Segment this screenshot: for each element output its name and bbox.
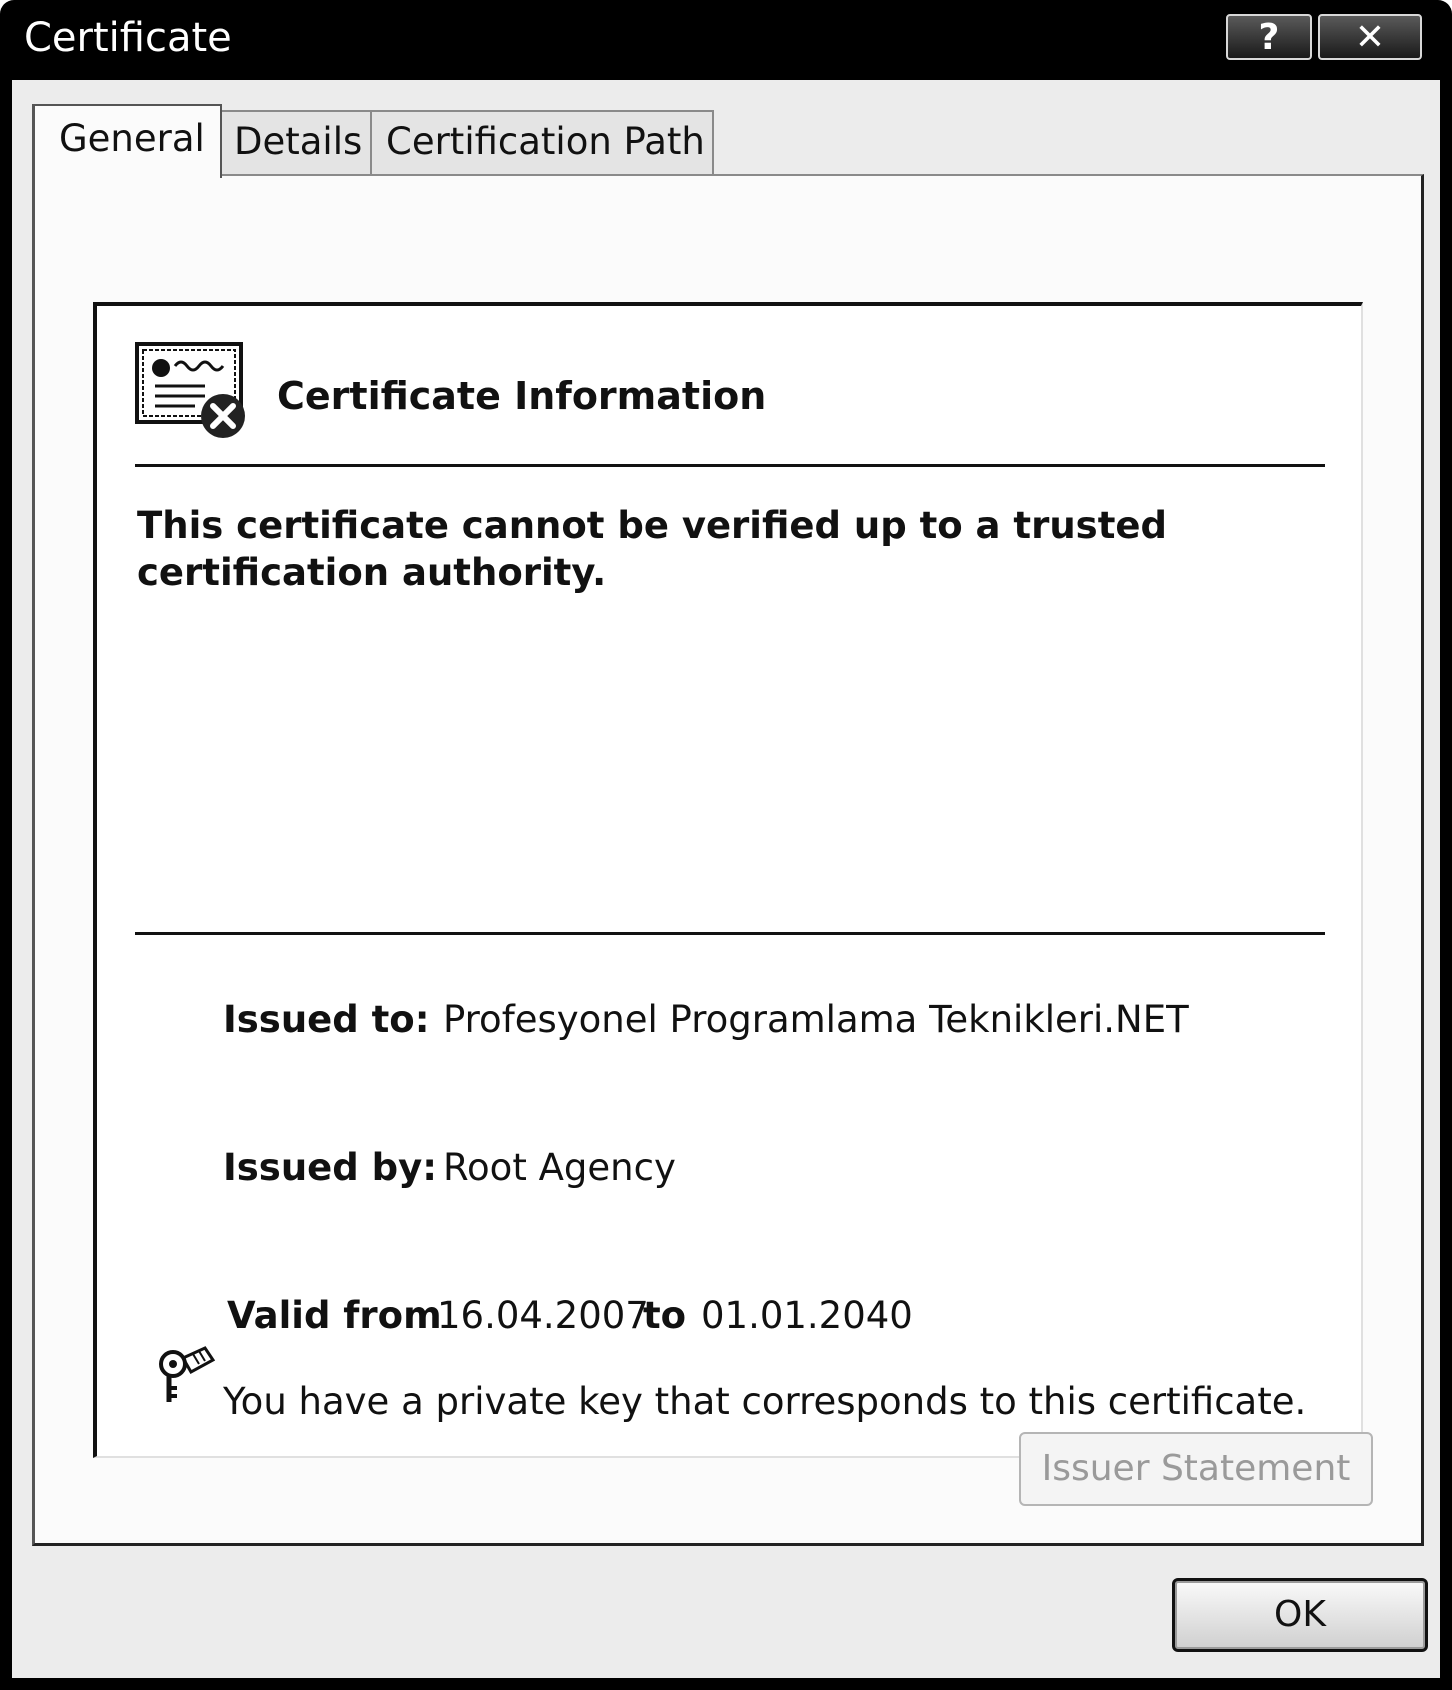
issuer-statement-button[interactable]: Issuer Statement	[1019, 1432, 1373, 1506]
verification-warning: This certificate cannot be verified up t…	[137, 504, 1167, 594]
valid-from-value: 16.04.2007	[437, 1294, 649, 1337]
general-tab-panel: Certificate Information This certificate…	[32, 174, 1424, 1546]
issued-to-value: Profesyonel Programlama Teknikleri.NET	[443, 998, 1189, 1041]
tab-details[interactable]: Details	[218, 110, 376, 176]
key-icon	[159, 1346, 216, 1402]
info-heading: Certificate Information	[277, 374, 767, 418]
issued-by-label: Issued by:	[223, 1146, 438, 1189]
tab-general[interactable]: General	[32, 104, 222, 178]
tab-certification-path[interactable]: Certification Path	[370, 110, 714, 176]
issued-to-label: Issued to:	[223, 998, 430, 1041]
close-button[interactable]: ✕	[1318, 14, 1422, 60]
private-key-note: You have a private key that corresponds …	[223, 1380, 1307, 1423]
ok-button[interactable]: OK	[1172, 1578, 1428, 1652]
valid-to-value: 01.01.2040	[701, 1294, 913, 1337]
certificate-error-icon	[135, 342, 245, 438]
certificate-dialog: Certificate ? ✕ General Details Certific…	[0, 0, 1452, 1690]
heading-divider	[135, 464, 1325, 467]
dialog-body: General Details Certification Path Certi…	[12, 80, 1440, 1678]
title-bar[interactable]: Certificate ? ✕	[0, 0, 1452, 80]
valid-from-label: Valid from	[227, 1294, 442, 1337]
fields-divider	[135, 932, 1325, 935]
certificate-info-box: Certificate Information This certificate…	[93, 302, 1363, 1458]
window-title: Certificate	[24, 15, 232, 61]
help-button[interactable]: ?	[1226, 14, 1312, 60]
issued-by-value: Root Agency	[443, 1146, 676, 1189]
valid-to-label: to	[643, 1294, 687, 1337]
